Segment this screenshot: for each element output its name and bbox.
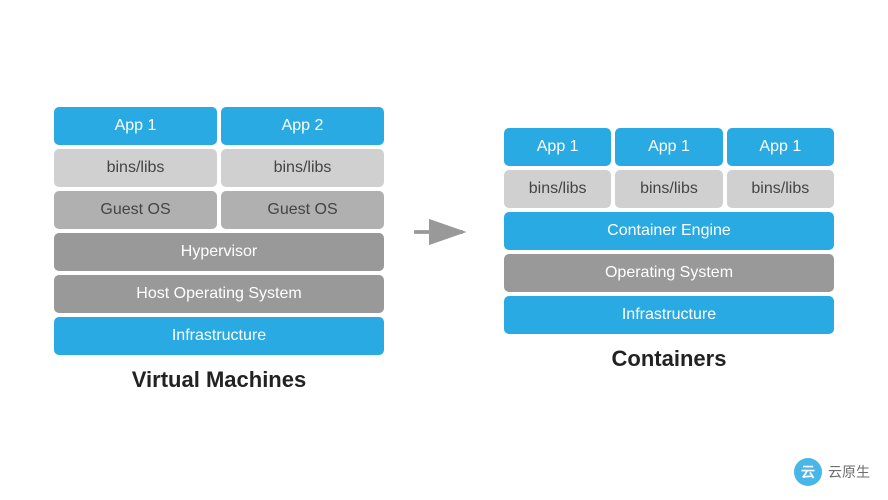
row-5: Infrastructure bbox=[54, 317, 384, 355]
virtual-machines-column: App 1App 2bins/libsbins/libsGuest OSGues… bbox=[54, 107, 384, 393]
cell-0-0: App 1 bbox=[54, 107, 217, 145]
watermark-text: 云原生 bbox=[828, 462, 870, 482]
row-1: bins/libsbins/libs bbox=[54, 149, 384, 187]
cell-4-0: Host Operating System bbox=[54, 275, 384, 313]
cell-3-0: Operating System bbox=[504, 254, 834, 292]
vm-title: Virtual Machines bbox=[132, 367, 306, 393]
arrow-icon bbox=[414, 212, 474, 252]
row-4: Infrastructure bbox=[504, 296, 834, 334]
row-3: Operating System bbox=[504, 254, 834, 292]
cell-0-1: App 1 bbox=[615, 128, 722, 166]
cell-3-0: Hypervisor bbox=[54, 233, 384, 271]
row-3: Hypervisor bbox=[54, 233, 384, 271]
cell-2-1: Guest OS bbox=[221, 191, 384, 229]
vm-stack: App 1App 2bins/libsbins/libsGuest OSGues… bbox=[54, 107, 384, 355]
containers-column: App 1App 1App 1bins/libsbins/libsbins/li… bbox=[504, 128, 834, 372]
cell-4-0: Infrastructure bbox=[504, 296, 834, 334]
arrow-container bbox=[414, 212, 474, 288]
cell-2-0: Container Engine bbox=[504, 212, 834, 250]
row-0: App 1App 1App 1 bbox=[504, 128, 834, 166]
containers-stack: App 1App 1App 1bins/libsbins/libsbins/li… bbox=[504, 128, 834, 334]
cell-1-1: bins/libs bbox=[221, 149, 384, 187]
watermark: 云 云原生 bbox=[794, 458, 870, 486]
cell-0-0: App 1 bbox=[504, 128, 611, 166]
cell-0-2: App 1 bbox=[727, 128, 834, 166]
containers-title: Containers bbox=[612, 346, 727, 372]
watermark-icon: 云 bbox=[794, 458, 822, 486]
cell-1-1: bins/libs bbox=[615, 170, 722, 208]
cell-5-0: Infrastructure bbox=[54, 317, 384, 355]
row-0: App 1App 2 bbox=[54, 107, 384, 145]
cell-1-0: bins/libs bbox=[54, 149, 217, 187]
diagram-container: App 1App 2bins/libsbins/libsGuest OSGues… bbox=[0, 87, 888, 413]
cell-1-0: bins/libs bbox=[504, 170, 611, 208]
row-2: Container Engine bbox=[504, 212, 834, 250]
row-4: Host Operating System bbox=[54, 275, 384, 313]
row-1: bins/libsbins/libsbins/libs bbox=[504, 170, 834, 208]
cell-1-2: bins/libs bbox=[727, 170, 834, 208]
row-2: Guest OSGuest OS bbox=[54, 191, 384, 229]
cell-0-1: App 2 bbox=[221, 107, 384, 145]
cell-2-0: Guest OS bbox=[54, 191, 217, 229]
